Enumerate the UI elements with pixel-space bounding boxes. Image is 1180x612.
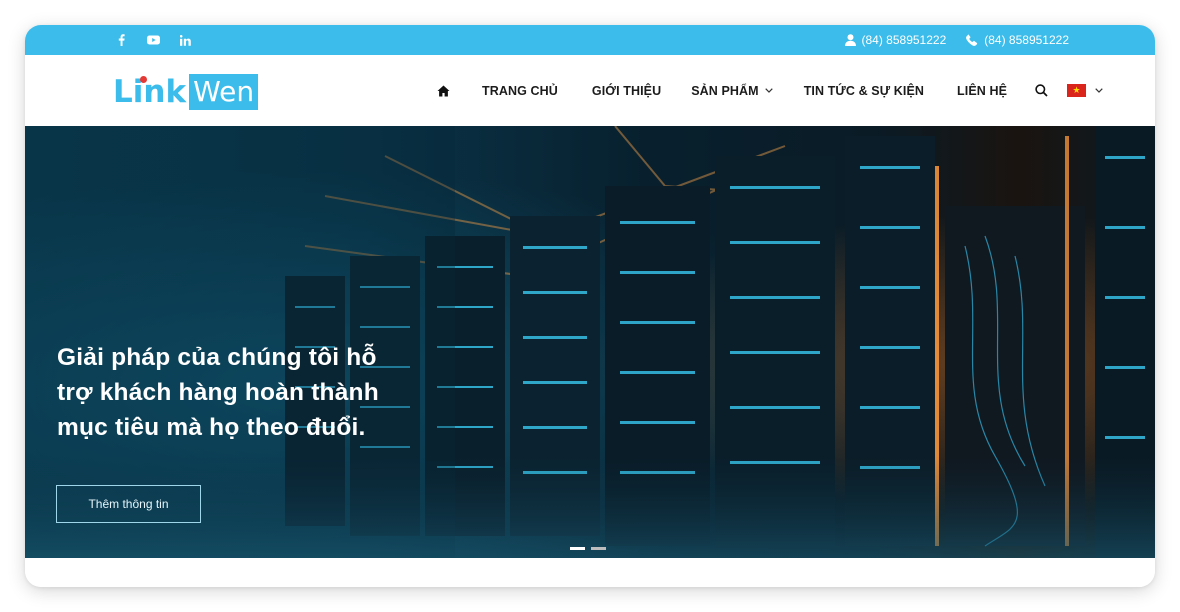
nav-item-san-pham-label: SẢN PHẨM [691, 83, 759, 98]
social-links [105, 25, 201, 55]
hero-title-line: mục tiêu mà họ theo đuổi. [57, 414, 366, 441]
nav-item-san-pham[interactable]: SẢN PHẨM [691, 55, 773, 126]
contact-phone[interactable]: (84) 858951222 [966, 33, 1069, 47]
nav-item-trang-chu[interactable]: TRANG CHỦ [482, 55, 558, 126]
hero-title-line: Giải pháp của chúng tôi hỗ [57, 344, 377, 371]
chevron-down-icon [1095, 88, 1103, 93]
slider-dot-2[interactable] [591, 547, 606, 550]
search-button[interactable] [1035, 55, 1048, 126]
logo-text-link: Link [113, 74, 186, 110]
user-icon [844, 34, 856, 46]
nav-item-gioi-thieu[interactable]: GIỚI THIỆU [592, 55, 661, 126]
logo-link-label: Link [113, 74, 187, 110]
top-bar: (84) 858951222 (84) 858951222 [25, 25, 1155, 55]
logo-text-wen: Wen [189, 74, 259, 110]
nav-item-tin-tuc[interactable]: TIN TỨC & SỰ KIỆN [804, 55, 924, 126]
logo[interactable]: Link Wen [113, 72, 259, 110]
contact-info: (84) 858951222 (84) 858951222 [844, 25, 1069, 55]
linkedin-icon[interactable] [169, 25, 201, 55]
phone-icon [966, 34, 978, 46]
contact-user-text: (84) 858951222 [861, 33, 947, 47]
content-area [25, 558, 1155, 587]
vietnam-flag-icon: ★ [1067, 84, 1087, 97]
search-icon [1035, 84, 1048, 97]
facebook-icon[interactable] [105, 25, 137, 55]
contact-user[interactable]: (84) 858951222 [844, 33, 947, 47]
youtube-icon[interactable] [137, 25, 169, 55]
nav-item-lien-he[interactable]: LIÊN HỆ [957, 55, 1007, 126]
slider-pagination [570, 547, 606, 550]
nav-home[interactable] [432, 55, 454, 126]
hero-banner: Giải pháp của chúng tôi hỗ trợ khách hàn… [25, 126, 1155, 558]
more-info-button[interactable]: Thêm thông tin [56, 485, 201, 523]
chevron-down-icon [764, 88, 773, 93]
main-nav: TRANG CHỦ GIỚI THIỆU SẢN PHẨM TIN TỨC & … [432, 55, 1103, 126]
slider-dot-1[interactable] [570, 547, 585, 550]
language-selector[interactable]: ★ [1067, 55, 1103, 126]
home-icon [437, 85, 449, 96]
website-frame: (84) 858951222 (84) 858951222 Link Wen T… [25, 25, 1155, 587]
hero-title: Giải pháp của chúng tôi hỗ trợ khách hàn… [57, 340, 437, 445]
logo-dot [140, 76, 147, 83]
main-header: Link Wen TRANG CHỦ GIỚI THIỆU SẢN PHẨM T… [25, 55, 1155, 126]
contact-phone-text: (84) 858951222 [984, 33, 1069, 47]
hero-title-line: trợ khách hàng hoàn thành [57, 379, 379, 406]
